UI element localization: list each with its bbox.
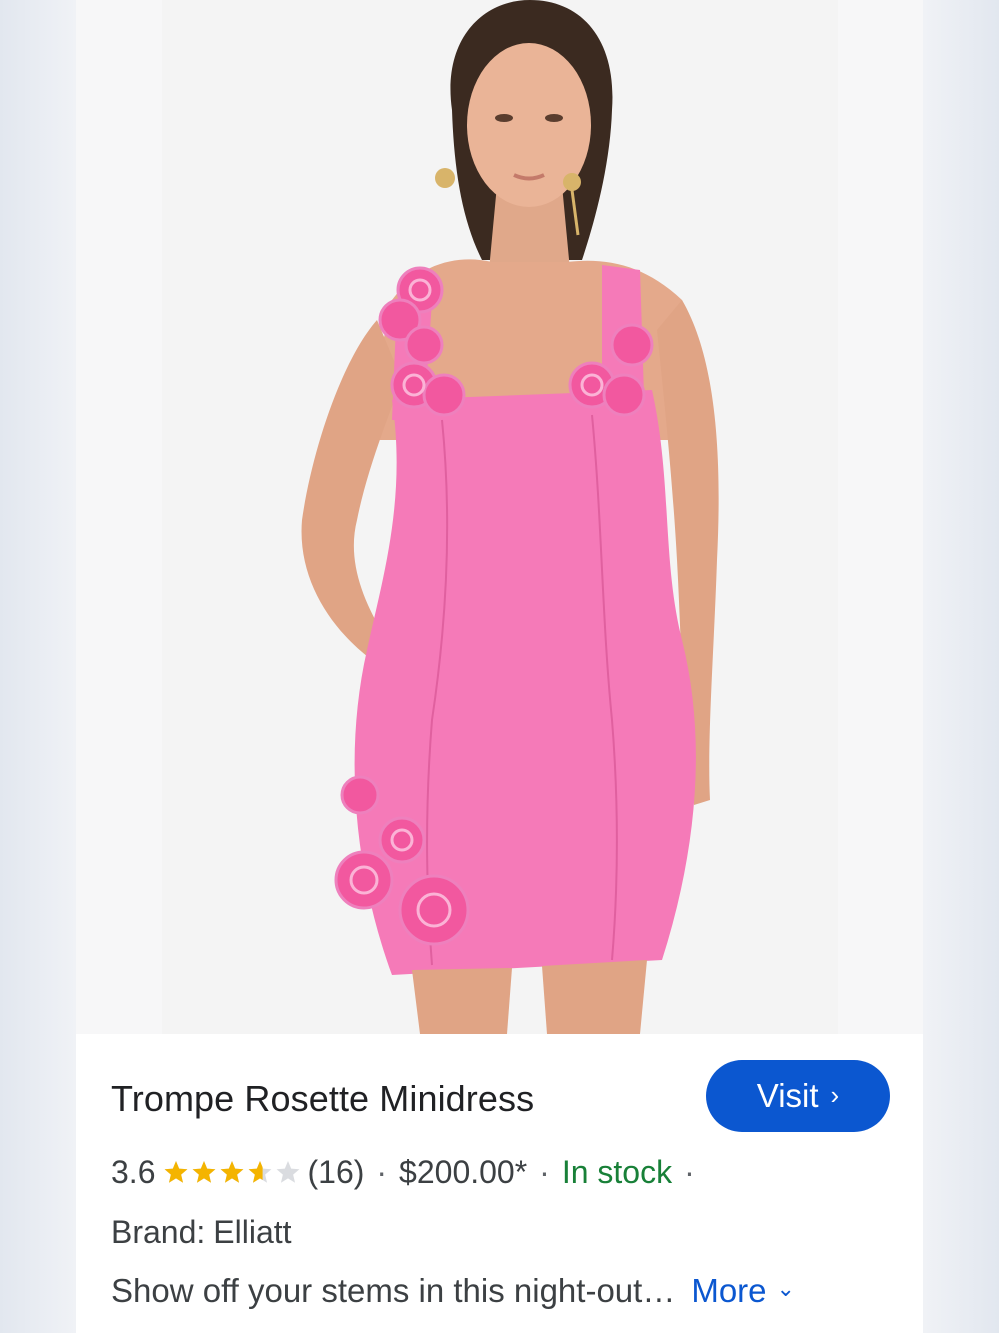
separator-dot: ·	[539, 1153, 550, 1190]
separator-dot: ·	[684, 1153, 695, 1190]
brand-value: Elliatt	[213, 1214, 292, 1250]
separator-dot: ·	[376, 1153, 388, 1190]
chevron-right-icon: ›	[830, 1079, 840, 1110]
product-image-illustration	[162, 0, 838, 1034]
description-text: Show off your stems in this night-out…	[111, 1272, 676, 1309]
star-filled-icon	[165, 1161, 188, 1183]
star-icon	[165, 1161, 300, 1183]
rating-stars	[163, 1158, 303, 1186]
visit-button-label: Visit	[756, 1077, 819, 1114]
star-filled-icon	[221, 1161, 244, 1183]
backdrop-left	[0, 0, 76, 1333]
product-card: Trompe Rosette Minidress Visit › 3.6 (16…	[76, 1034, 923, 1333]
backdrop-right	[923, 0, 999, 1333]
price: $200.00*	[399, 1153, 528, 1190]
rating-value: 3.6	[111, 1153, 156, 1190]
star-empty-icon	[277, 1161, 300, 1183]
more-label: More	[691, 1272, 767, 1309]
product-title[interactable]: Trompe Rosette Minidress	[111, 1078, 534, 1120]
product-image[interactable]	[162, 0, 838, 1034]
stock-status: In stock	[561, 1153, 673, 1190]
description-line: Show off your stems in this night-out… M…	[111, 1272, 795, 1310]
chevron-down-icon: ⌄	[776, 1276, 795, 1301]
product-meta-row: 3.6 (16) · $200.00* · In stock ·	[111, 1152, 707, 1192]
brand-line: Brand: Elliatt	[111, 1214, 292, 1251]
review-count[interactable]: (16)	[307, 1154, 364, 1191]
brand-label: Brand:	[111, 1214, 206, 1250]
more-button[interactable]: More ⌄	[691, 1272, 795, 1310]
star-filled-icon	[193, 1161, 216, 1183]
visit-button[interactable]: Visit ›	[706, 1060, 890, 1132]
